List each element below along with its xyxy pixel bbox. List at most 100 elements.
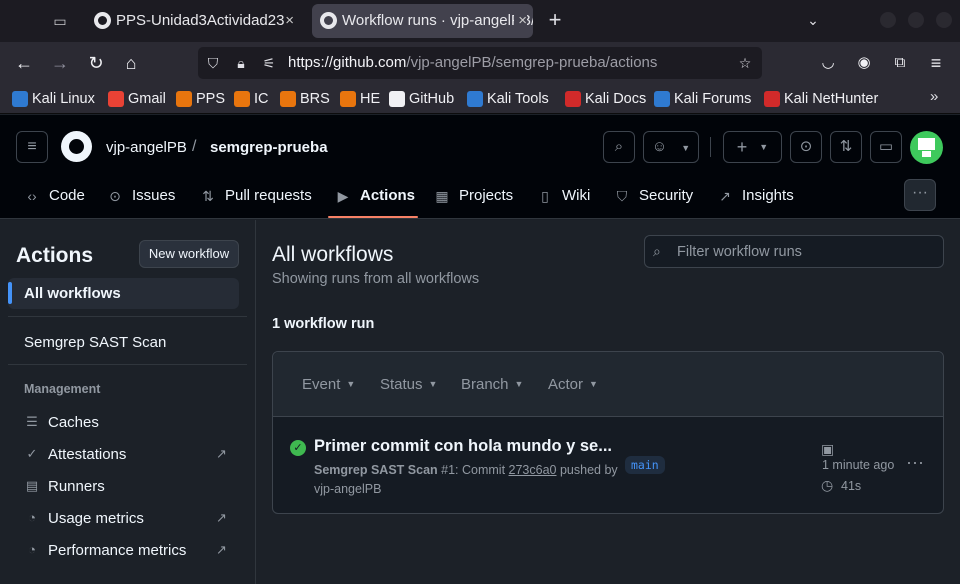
branch-filter[interactable]: Branch ▼: [461, 376, 523, 393]
avatar[interactable]: [910, 131, 943, 164]
bookmark-item[interactable]: HE: [340, 90, 380, 108]
container-icon[interactable]: ▭: [50, 11, 70, 31]
status-filter[interactable]: Status ▼: [380, 376, 437, 393]
issues-icon[interactable]: ⊙: [790, 131, 822, 163]
window-minimize-icon[interactable]: [880, 12, 896, 28]
window-close-icon[interactable]: [936, 12, 952, 28]
event-filter[interactable]: Event ▼: [302, 376, 355, 393]
chevron-down-icon: ▼: [589, 379, 598, 389]
bookmark-item[interactable]: Kali Forums: [654, 90, 751, 108]
pocket-icon[interactable]: ◡: [816, 52, 840, 74]
all-workflows-label[interactable]: All workflows: [24, 285, 121, 302]
new-workflow-button[interactable]: New workflow: [139, 240, 239, 268]
selected-indicator: [8, 282, 12, 304]
bookmark-label: Kali NetHunter: [784, 91, 879, 107]
close-tab-2-icon[interactable]: ×: [514, 4, 527, 38]
bookmark-item[interactable]: PPS: [176, 90, 225, 108]
repo-name-link[interactable]: semgrep-prueba: [210, 139, 328, 156]
copilot-button[interactable]: ☺ ▼: [643, 131, 699, 163]
browser-tab-2-label: Workflow runs · vjp-angelPB/semgrep-prue…: [342, 12, 533, 29]
issue-icon: ⊙: [109, 188, 121, 204]
bookmark-item[interactable]: Kali NetHunter: [764, 90, 878, 108]
inbox-icon[interactable]: ▭: [870, 131, 902, 163]
run-actor[interactable]: vjp-angelPB: [314, 482, 381, 496]
tab-issues[interactable]: ⊙ Issues: [106, 185, 175, 207]
bookmark-favicon-icon: [234, 91, 250, 107]
run-title-link[interactable]: Primer commit con hola mundo y se...: [314, 437, 612, 456]
bookmark-item[interactable]: Kali Linux: [12, 90, 95, 108]
url-text[interactable]: https://github.com/vjp-angelPB/semgrep-p…: [288, 47, 657, 79]
github-logo-icon[interactable]: [61, 131, 92, 162]
kebab-menu-icon[interactable]: ···: [903, 452, 927, 476]
actor-filter[interactable]: Actor ▼: [548, 376, 598, 393]
url-bar[interactable]: ⛉ 🔒︎ ⚟ https://github.com/vjp-angelPB/se…: [198, 47, 762, 79]
bookmark-item[interactable]: GitHub: [389, 90, 454, 108]
attestations-item[interactable]: ✓ Attestations: [24, 446, 127, 463]
browser-tab-2[interactable]: Workflow runs · vjp-angelPB/semgrep-prue…: [312, 4, 533, 38]
tracking-shield-icon[interactable]: ⛉: [202, 52, 224, 74]
close-tab-1-icon[interactable]: ×: [285, 4, 294, 38]
tab-insights[interactable]: ↗ Insights: [716, 185, 794, 207]
github-header: ≡ vjp-angelPB / semgrep-prueba ⌕ ☺ ▼ + ▼ ⊙…: [0, 115, 960, 219]
tab-code[interactable]: ‹› Code: [23, 185, 85, 207]
bookmark-favicon-icon: [176, 91, 192, 107]
menu-icon[interactable]: ≡: [924, 52, 948, 74]
caches-item[interactable]: ☰ Caches: [24, 414, 99, 431]
bookmark-favicon-icon: [389, 91, 405, 107]
usage-metrics-item[interactable]: ◔ Usage metrics: [24, 510, 144, 527]
pull-requests-icon[interactable]: ⇅: [830, 131, 862, 163]
tab-actions[interactable]: ▶ Actions: [334, 185, 415, 207]
run-workflow-name: Semgrep SAST Scan: [314, 463, 438, 477]
bookmark-item[interactable]: BRS: [280, 90, 330, 108]
filter-workflow-runs[interactable]: ⌕: [644, 235, 944, 268]
bookmarks-overflow-icon[interactable]: »: [930, 88, 938, 105]
header-divider: [710, 137, 711, 157]
runners-label: Runners: [48, 478, 105, 495]
github-favicon-icon: [94, 12, 111, 29]
browser-tab-1[interactable]: PPS-Unidad3Actividad23 ×: [86, 4, 300, 38]
status-filter-label: Status: [380, 376, 423, 393]
bookmark-favicon-icon: [764, 91, 780, 107]
forward-icon[interactable]: →: [48, 52, 72, 74]
home-icon[interactable]: ⌂: [119, 52, 143, 74]
runners-item[interactable]: ▤ Runners: [24, 478, 105, 495]
bookmark-item[interactable]: Kali Tools: [467, 90, 549, 108]
hamburger-menu-icon[interactable]: ≡: [16, 131, 48, 163]
lock-icon[interactable]: 🔒︎: [230, 52, 252, 74]
bookmark-item[interactable]: Gmail: [108, 90, 166, 108]
repo-owner-link[interactable]: vjp-angelPB: [106, 139, 187, 156]
more-options-button[interactable]: ···: [904, 179, 936, 211]
bookmark-item[interactable]: Kali Docs: [565, 90, 646, 108]
account-icon[interactable]: ◉: [852, 52, 876, 74]
tab-label: Security: [639, 187, 694, 204]
filter-input[interactable]: [677, 240, 937, 264]
run-count: 1 workflow run: [272, 316, 375, 332]
tab-projects[interactable]: ▦ Projects: [433, 185, 513, 207]
back-icon[interactable]: ←: [12, 52, 36, 74]
page-subtitle: Showing runs from all workflows: [272, 271, 480, 287]
window-maximize-icon[interactable]: [908, 12, 924, 28]
tab-pull-requests[interactable]: ⇅ Pull requests: [199, 185, 312, 207]
tab-list-button[interactable]: ⌄: [802, 9, 824, 31]
extensions-icon[interactable]: ⧉: [888, 52, 912, 74]
commit-sha-link[interactable]: 273c6a0: [509, 463, 557, 477]
permissions-icon[interactable]: ⚟: [258, 52, 280, 74]
workflow-item-semgrep[interactable]: Semgrep SAST Scan: [24, 334, 166, 351]
tab-wiki[interactable]: ▯ Wiki: [536, 185, 590, 207]
url-domain: https://github.com: [288, 54, 407, 71]
tab-label: Pull requests: [225, 187, 312, 204]
bookmark-item[interactable]: IC: [234, 90, 269, 108]
chevron-down-icon: ▼: [514, 379, 524, 389]
book-icon: ▯: [541, 188, 549, 204]
caches-label: Caches: [48, 414, 99, 431]
new-tab-button[interactable]: +: [544, 8, 566, 32]
branch-badge[interactable]: main: [625, 456, 665, 474]
performance-metrics-item[interactable]: ◔ Performance metrics: [24, 542, 186, 559]
reload-icon[interactable]: ↻: [84, 52, 108, 74]
tab-security[interactable]: ⛉ Security: [613, 185, 693, 207]
search-icon[interactable]: ⌕: [603, 131, 635, 163]
bookmark-star-icon[interactable]: ☆: [734, 52, 756, 74]
usage-metrics-label: Usage metrics: [48, 510, 144, 527]
create-new-button[interactable]: + ▼: [723, 131, 782, 163]
attestations-label: Attestations: [48, 446, 127, 463]
